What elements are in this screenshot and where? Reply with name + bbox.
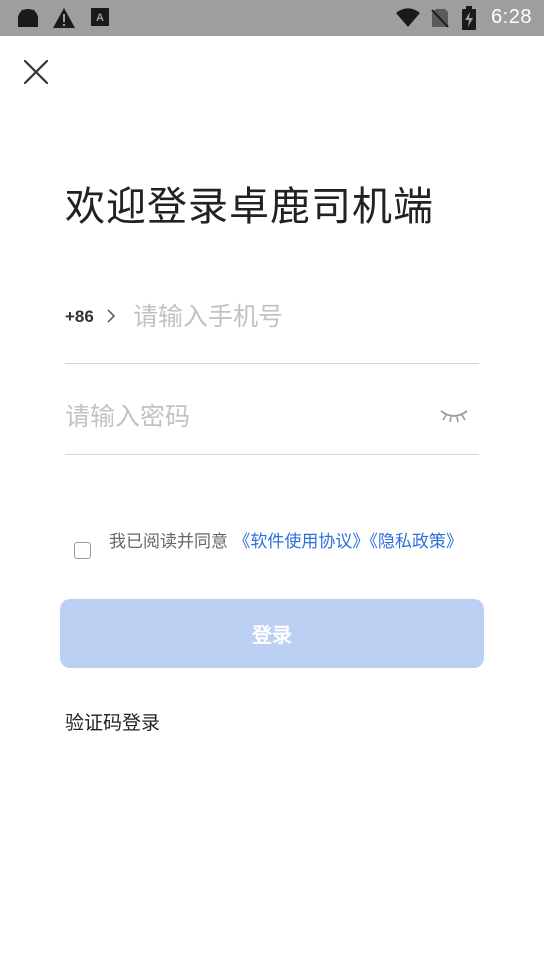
- privacy-policy-link[interactable]: 《隐私政策》: [369, 532, 463, 552]
- phone-input[interactable]: [133, 296, 463, 336]
- svg-text:A: A: [96, 12, 104, 24]
- password-input[interactable]: [65, 396, 415, 436]
- agreement-prefix: 我已阅读并同意: [109, 532, 228, 552]
- status-bar: A 6:28: [0, 0, 544, 36]
- country-code-selector[interactable]: +86: [65, 307, 94, 327]
- font-icon: A: [91, 8, 109, 26]
- no-sim-icon: [431, 9, 449, 28]
- page-title: 欢迎登录卓鹿司机端: [65, 184, 434, 230]
- chevron-right-icon[interactable]: [105, 306, 117, 326]
- eye-closed-icon[interactable]: [439, 408, 469, 424]
- warning-icon: [53, 8, 75, 28]
- agreement-checkbox[interactable]: [74, 542, 91, 559]
- software-agreement-link[interactable]: 《软件使用协议》: [233, 532, 369, 552]
- password-field-row: [65, 390, 479, 455]
- login-button[interactable]: 登录: [60, 599, 484, 668]
- battery-charging-icon: [462, 6, 476, 30]
- status-time: 6:28: [491, 6, 532, 28]
- close-button[interactable]: [22, 58, 50, 86]
- android-icon: [18, 9, 38, 27]
- wifi-icon: [396, 8, 420, 27]
- sms-login-link[interactable]: 验证码登录: [65, 708, 160, 735]
- close-icon: [23, 59, 49, 85]
- agreement-text: 我已阅读并同意 《软件使用协议》《隐私政策》: [109, 532, 469, 553]
- phone-field-row: +86: [65, 290, 479, 364]
